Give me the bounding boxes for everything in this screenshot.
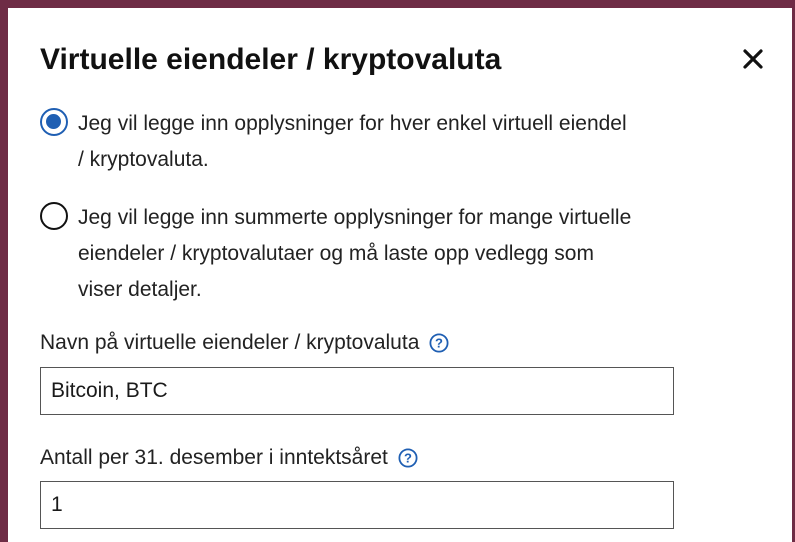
- svg-text:?: ?: [435, 336, 443, 351]
- name-field-label-text: Navn på virtuelle eiendeler / kryptovalu…: [40, 331, 420, 354]
- option-summarized[interactable]: Jeg vil legge inn summerte opplysninger …: [40, 200, 638, 308]
- quantity-input[interactable]: [40, 481, 674, 529]
- crypto-dialog: Virtuelle eiendeler / kryptovaluta Jeg v…: [8, 8, 792, 542]
- quantity-field-label-text: Antall per 31. desember i inntektsåret: [40, 446, 388, 469]
- radio-individual[interactable]: [40, 108, 68, 136]
- close-button[interactable]: [738, 44, 768, 74]
- option-summarized-label: Jeg vil legge inn summerte opplysninger …: [78, 206, 632, 301]
- window-frame: Virtuelle eiendeler / kryptovaluta Jeg v…: [0, 0, 795, 542]
- option-individual-label: Jeg vil legge inn opplysninger for hver …: [78, 112, 627, 171]
- dialog-title: Virtuelle eiendeler / kryptovaluta: [40, 43, 502, 76]
- option-individual[interactable]: Jeg vil legge inn opplysninger for hver …: [40, 106, 638, 178]
- help-icon[interactable]: ?: [398, 448, 418, 468]
- radio-summarized[interactable]: [40, 202, 68, 230]
- svg-text:?: ?: [404, 451, 412, 466]
- quantity-field-label: Antall per 31. desember i inntektsåret ?: [40, 444, 418, 472]
- help-icon[interactable]: ?: [429, 333, 449, 353]
- close-icon: [743, 49, 763, 69]
- name-field-label: Navn på virtuelle eiendeler / kryptovalu…: [40, 329, 449, 357]
- name-input[interactable]: [40, 367, 674, 415]
